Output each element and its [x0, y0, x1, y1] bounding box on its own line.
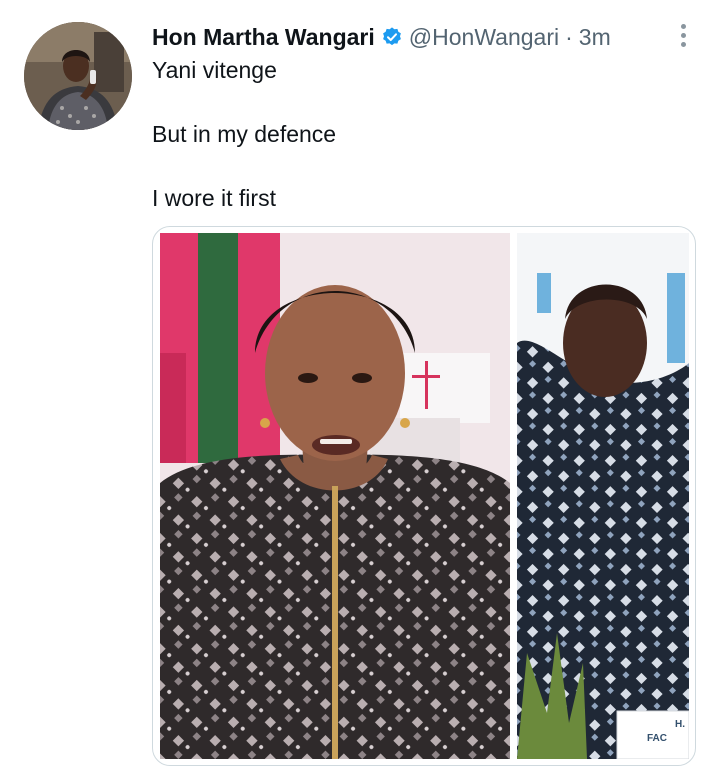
- tweet-line: Yani vitenge: [152, 57, 277, 83]
- tweet-text: Yani vitenge But in my defence I wore it…: [152, 54, 696, 214]
- display-name[interactable]: Hon Martha Wangari: [152, 24, 375, 51]
- man-photo: H. FAC: [517, 233, 689, 759]
- verified-badge-icon: [381, 26, 403, 48]
- media-photo-left[interactable]: [160, 233, 510, 759]
- tweet-line: I wore it first: [152, 185, 276, 211]
- more-options-icon[interactable]: [670, 18, 696, 52]
- media-grid[interactable]: H. FAC: [152, 226, 696, 766]
- tweet-timestamp[interactable]: 3m: [579, 24, 611, 51]
- sign-text: FAC: [647, 733, 667, 744]
- woman-photo: [160, 233, 510, 759]
- sign-text: H.: [675, 719, 685, 730]
- media-photo-right[interactable]: H. FAC: [517, 233, 689, 759]
- avatar[interactable]: [24, 22, 132, 130]
- user-handle[interactable]: @HonWangari: [409, 24, 559, 51]
- tweet-line: But in my defence: [152, 121, 337, 147]
- tweet-header: Hon Martha Wangari @HonWangari · 3m: [152, 22, 696, 52]
- separator-dot: ·: [565, 23, 573, 50]
- avatar-photo: [24, 22, 132, 130]
